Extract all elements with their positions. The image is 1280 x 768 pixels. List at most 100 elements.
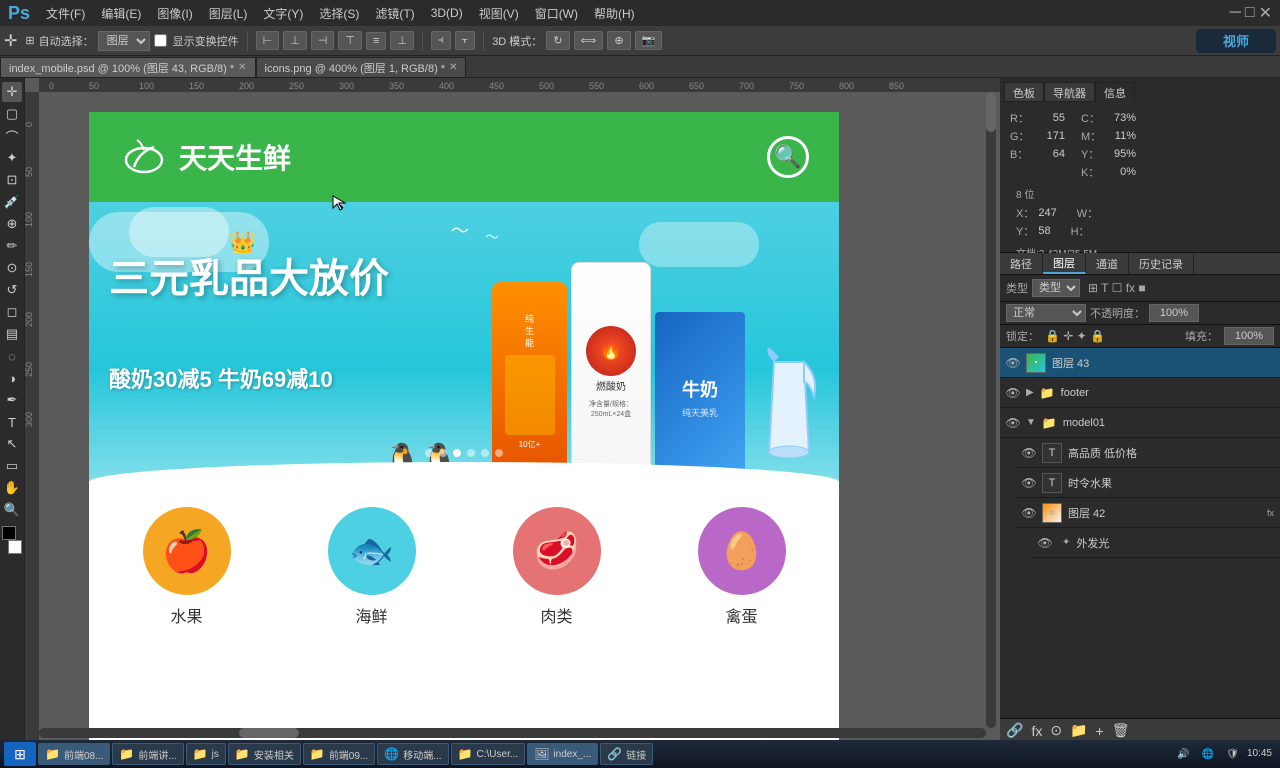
layer-item-outer-glow[interactable]: 👁 ✦ 外发光 [1032, 528, 1280, 558]
category-meat[interactable]: 🥩 肉类 [464, 497, 649, 637]
layer-item-43[interactable]: 👁 ▪ 图层 43 [1000, 348, 1280, 378]
brush-tool[interactable]: ✏ [2, 236, 22, 256]
clone-tool[interactable]: ⊙ [2, 258, 22, 278]
eye-43[interactable]: 👁 [1006, 356, 1020, 370]
dist-vert-btn[interactable]: ⫟ [455, 31, 476, 50]
layer-delete-action[interactable]: 🗑 [1112, 722, 1130, 739]
pen-tool[interactable]: ✒ [2, 390, 22, 410]
minimize-button[interactable]: ─ [1230, 4, 1241, 22]
align-vmid-btn[interactable]: ≡ [366, 32, 386, 50]
align-top-btn[interactable]: ⊤ [338, 31, 362, 50]
move-tool[interactable]: ✛ [2, 82, 22, 102]
menu-window[interactable]: 窗口(W) [527, 0, 586, 26]
close-button[interactable]: ✕ [1259, 3, 1272, 23]
taskbar-folder-2[interactable]: 📁 前端讲... [112, 743, 183, 765]
layers-tab-paths[interactable]: 路径 [1000, 253, 1043, 274]
tray-network[interactable]: 🌐 [1198, 749, 1218, 760]
layer-mask-action[interactable]: ⊙ [1050, 722, 1062, 739]
crop-tool[interactable]: ⊡ [2, 170, 22, 190]
search-icon[interactable]: 🔍 [767, 136, 809, 178]
menu-file[interactable]: 文件(F) [38, 0, 93, 26]
taskbar-folder-4[interactable]: 📁 安装相关 [228, 743, 301, 765]
layer-item-42[interactable]: 👁 ▧ 图层 42 fx [1016, 498, 1280, 528]
arrow-footer[interactable]: ▶ [1026, 387, 1034, 398]
fill-input[interactable] [1224, 327, 1274, 345]
eyedropper-tool[interactable]: 💉 [2, 192, 22, 212]
gradient-tool[interactable]: ▤ [2, 324, 22, 344]
layer-item-seasonal[interactable]: 👁 T 时令水果 [1016, 468, 1280, 498]
menu-select[interactable]: 选择(S) [311, 0, 367, 26]
layers-tab-channels[interactable]: 通道 [1086, 253, 1129, 274]
tab-icons[interactable]: icons.png @ 400% (图层 1, RGB/8) * ✕ [256, 57, 467, 77]
menu-edit[interactable]: 编辑(E) [93, 0, 149, 26]
layer-item-model01[interactable]: 👁 ▼ 📁 model01 [1000, 408, 1280, 438]
marquee-tool[interactable]: ▢ [2, 104, 22, 124]
taskbar-browser[interactable]: 🌐 移动端... [377, 743, 448, 765]
taskbar-folder-3[interactable]: 📁 js [186, 743, 226, 765]
show-transform-checkbox[interactable] [154, 34, 167, 47]
tab-navigator[interactable]: 导航器 [1044, 82, 1095, 102]
menu-view[interactable]: 视图(V) [471, 0, 527, 26]
category-fruits[interactable]: 🍎 水果 [94, 497, 279, 637]
dot-4[interactable] [467, 449, 475, 457]
move-tool-icon[interactable]: ✛ [4, 31, 17, 51]
taskbar-folder-1[interactable]: 📁 前端08... [38, 743, 110, 765]
tab-close-0[interactable]: ✕ [238, 62, 246, 73]
menu-filter[interactable]: 滤镜(T) [367, 0, 422, 26]
lasso-tool[interactable]: ⌒ [2, 126, 22, 146]
layers-tab-history[interactable]: 历史记录 [1129, 253, 1194, 274]
3d-pan-btn[interactable]: ⟺ [574, 31, 604, 50]
path-select-tool[interactable]: ↖ [2, 434, 22, 454]
category-seafood[interactable]: 🐟 海鲜 [279, 497, 464, 637]
hand-tool[interactable]: ✋ [2, 478, 22, 498]
dot-6[interactable] [495, 449, 503, 457]
blend-mode-select[interactable]: 正常 [1006, 304, 1086, 322]
dot-3[interactable] [453, 449, 461, 457]
scroll-y[interactable] [986, 92, 996, 728]
3d-camera-btn[interactable]: 📷 [635, 31, 663, 50]
auto-select-icon[interactable]: ⊞ [25, 34, 34, 47]
menu-3d[interactable]: 3D(D) [423, 0, 471, 26]
blur-tool[interactable]: ◌ [2, 346, 22, 366]
tray-volume[interactable]: 🔊 [1173, 749, 1193, 760]
tab-index-mobile[interactable]: index_mobile.psd @ 100% (图层 43, RGB/8) *… [0, 57, 256, 77]
3d-zoom-btn[interactable]: ⊕ [607, 31, 630, 50]
filter-type-select[interactable]: 类型 [1032, 279, 1080, 297]
eye-42[interactable]: 👁 [1022, 506, 1036, 520]
menu-text[interactable]: 文字(Y) [255, 0, 311, 26]
eye-seasonal[interactable]: 👁 [1022, 476, 1036, 490]
dot-5[interactable] [481, 449, 489, 457]
shape-tool[interactable]: ▭ [2, 456, 22, 476]
quick-select-tool[interactable]: ✦ [2, 148, 22, 168]
layer-select[interactable]: 图层 [98, 31, 150, 51]
text-tool[interactable]: T [2, 412, 22, 432]
color-swatches[interactable] [2, 526, 22, 554]
category-eggs[interactable]: 🥚 禽蛋 [649, 497, 834, 637]
taskbar-explorer[interactable]: 📁 C:\User... [451, 743, 526, 765]
scroll-x[interactable] [39, 728, 986, 738]
scroll-x-thumb[interactable] [239, 728, 299, 738]
dot-2[interactable] [439, 449, 447, 457]
arrow-model01[interactable]: ▼ [1026, 417, 1036, 428]
dot-1[interactable] [425, 449, 433, 457]
tray-security[interactable]: 🛡 [1222, 749, 1243, 760]
taskbar-ps[interactable]: 🖼 index_... [527, 743, 598, 765]
layers-tab-layers[interactable]: 图层 [1043, 253, 1086, 274]
lock-icons[interactable]: 🔒 ✛ ✦ 🔒 [1045, 329, 1105, 343]
layer-style-action[interactable]: fx [1031, 723, 1042, 739]
eye-outer-glow[interactable]: 👁 [1038, 536, 1052, 550]
eraser-tool[interactable]: ◻ [2, 302, 22, 322]
scroll-y-thumb[interactable] [986, 92, 996, 132]
3d-rotate-btn[interactable]: ↻ [546, 31, 569, 50]
eye-footer[interactable]: 👁 [1006, 386, 1020, 400]
eye-model01[interactable]: 👁 [1006, 416, 1020, 430]
layer-link-action[interactable]: 🔗 [1006, 722, 1023, 739]
layer-item-highquality[interactable]: 👁 T 高品质 低价格 [1016, 438, 1280, 468]
tab-swatches[interactable]: 色板 [1004, 82, 1044, 102]
tab-close-1[interactable]: ✕ [449, 62, 457, 73]
layer-group-action[interactable]: 📁 [1070, 722, 1087, 739]
menu-image[interactable]: 图像(I) [149, 0, 200, 26]
dist-horiz-btn[interactable]: ⫞ [431, 31, 451, 50]
taskbar-links[interactable]: 🔗 链接 [600, 743, 653, 765]
maximize-button[interactable]: □ [1245, 4, 1255, 22]
